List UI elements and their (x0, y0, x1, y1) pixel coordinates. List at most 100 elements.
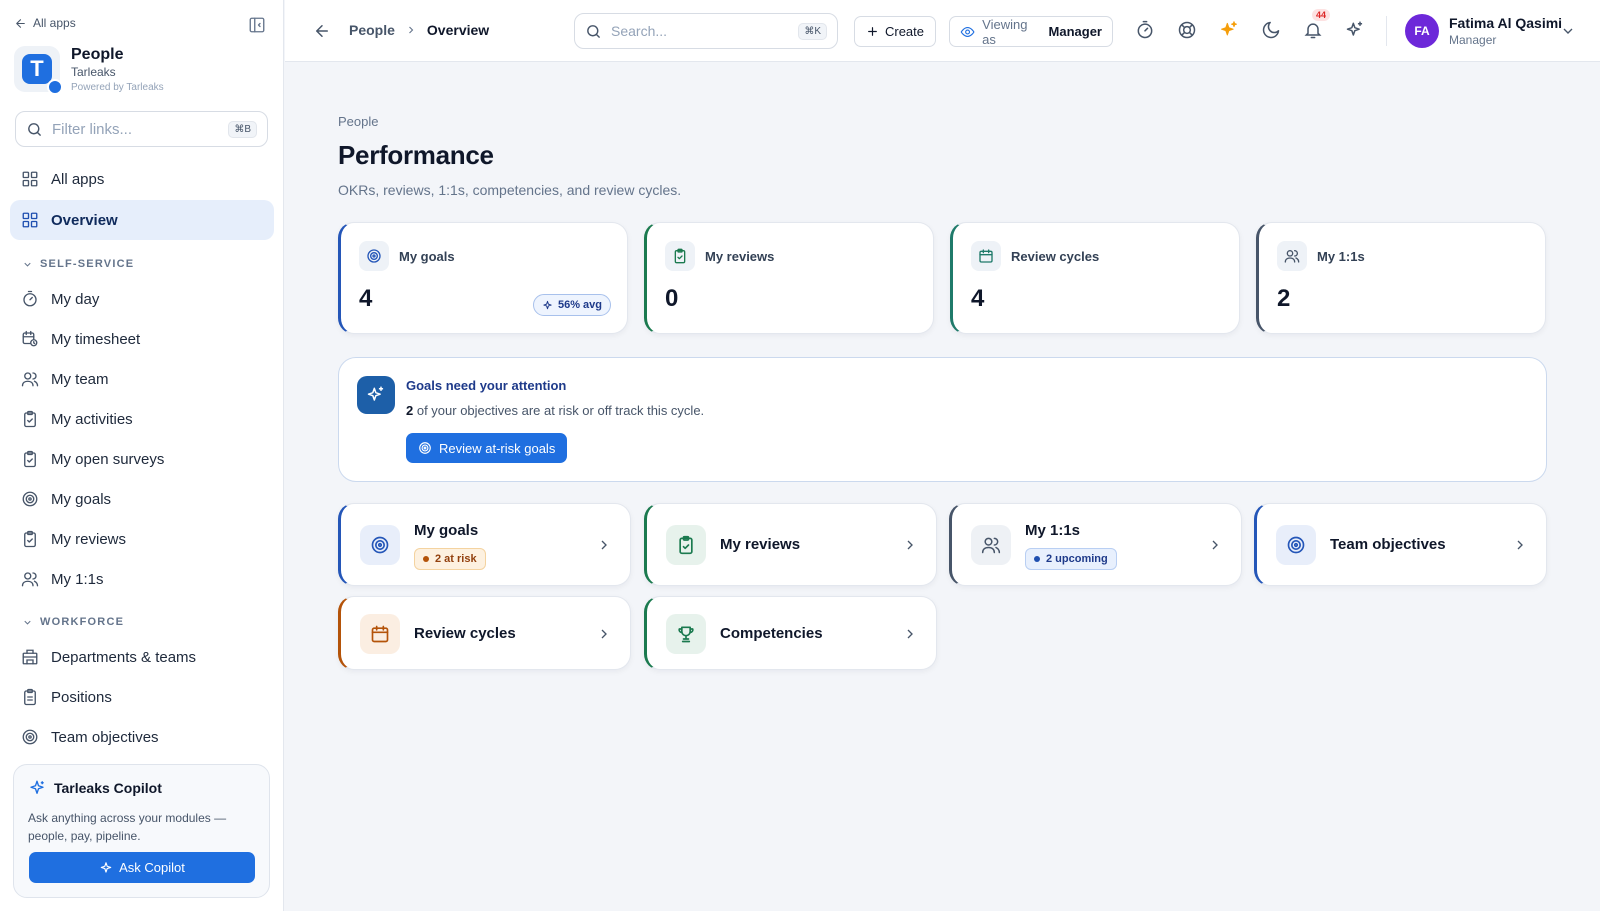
target-icon (419, 442, 431, 454)
sidebar-item-label: My goals (51, 490, 112, 508)
target-icon (360, 525, 400, 565)
sidebar-item-departments-teams[interactable]: Departments & teams (10, 637, 274, 677)
section-workforce[interactable]: WORKFORCE (22, 616, 124, 628)
sidebar-item-label: My day (51, 290, 100, 308)
stat-card-my-goals[interactable]: My goals 4 56% avg (338, 222, 628, 334)
sidebar-item-label: My reviews (51, 530, 127, 548)
quick-link-team-objectives[interactable]: Team objectives (1254, 503, 1547, 586)
sparkle-icon[interactable] (1345, 20, 1367, 42)
sparkle-icon (357, 376, 395, 414)
stat-value: 4 (971, 285, 985, 312)
sidebar-item-label: Overview (51, 211, 118, 229)
global-search-input[interactable]: Search... ⌘K (574, 13, 838, 49)
clipboard-icon (24, 688, 36, 706)
timer-icon (23, 290, 37, 307)
sidebar-item-my-team[interactable]: My team (10, 359, 274, 399)
bell-icon[interactable] (1303, 20, 1325, 42)
target-icon (1276, 525, 1316, 565)
attention-text: of your objectives are at risk or off tr… (413, 403, 705, 418)
sidebar-item-my-reviews[interactable]: My reviews (10, 519, 274, 559)
user-role: Manager (1449, 33, 1497, 47)
all-apps-back-label: All apps (33, 16, 76, 30)
sidebar-item-label: Departments & teams (51, 648, 197, 666)
sidebar: All apps T People Tarleaks Powered by Ta… (0, 0, 284, 911)
stat-card-my-reviews[interactable]: My reviews 0 (644, 222, 934, 334)
viewing-as-role: Manager (1048, 24, 1102, 39)
breadcrumb-overview: Overview (426, 22, 490, 38)
review-at-risk-goals-button[interactable]: Review at-risk goals (406, 433, 568, 463)
clipboard-check-icon (24, 450, 36, 468)
clipboard-check-icon (24, 530, 36, 548)
sidebar-item-my-activities[interactable]: My activities (10, 399, 274, 439)
user-name: Fatima Al Qasimi (1449, 15, 1563, 31)
target-icon (359, 241, 389, 271)
sidebar-item-my-open-surveys[interactable]: My open surveys (10, 439, 274, 479)
ai-sparkle-icon[interactable] (1219, 20, 1241, 42)
sidebar-item-my-day[interactable]: My day (10, 279, 274, 319)
sidebar-item-my-goals[interactable]: My goals (10, 479, 274, 519)
ask-copilot-button[interactable]: Ask Copilot (29, 852, 255, 883)
timer-icon[interactable] (1135, 20, 1157, 42)
quick-link-title: Team objectives (1330, 536, 1446, 553)
stat-card-my-1-1s[interactable]: My 1:1s 2 (1256, 222, 1546, 334)
top-bar: People Overview Search... ⌘K Create View… (285, 0, 1600, 62)
copilot-description: Ask anything across your modules — peopl… (28, 811, 227, 843)
stat-value: 2 (1277, 285, 1291, 312)
section-self-service[interactable]: SELF-SERVICE (22, 258, 134, 270)
sidebar-item-team-objectives[interactable]: Team objectives (10, 717, 274, 757)
attention-description: 2 of your objectives are at risk or off … (406, 403, 704, 418)
sidebar-item-label: My open surveys (51, 450, 165, 468)
target-icon (22, 491, 38, 507)
sparkle-icon (543, 300, 552, 309)
plus-icon (868, 27, 877, 36)
stat-label: My reviews (705, 249, 775, 264)
create-button[interactable]: Create (854, 16, 936, 47)
chevron-down-icon (24, 620, 31, 625)
users-icon (1277, 241, 1307, 271)
quick-link-my-1-1s[interactable]: My 1:1s 2 upcoming (949, 503, 1242, 586)
sidebar-item-label: Team objectives (51, 728, 159, 746)
quick-link-competencies[interactable]: Competencies (644, 596, 937, 670)
search-shortcut: ⌘K (798, 22, 827, 40)
status-dot (1034, 556, 1040, 562)
sidebar-item-my-timesheet[interactable]: My timesheet (10, 319, 274, 359)
ask-copilot-label: Ask Copilot (119, 860, 185, 875)
breadcrumb: People Overview (349, 22, 489, 38)
chevron-right-icon (409, 26, 414, 34)
app-logo-letter: T (22, 54, 52, 84)
stat-card-review-cycles[interactable]: Review cycles 4 (950, 222, 1240, 334)
sidebar-item-label: My timesheet (51, 330, 141, 348)
sidebar-item-label: My 1:1s (51, 570, 104, 588)
page-title: Performance (338, 140, 494, 170)
help-lifebuoy-icon[interactable] (1177, 20, 1199, 42)
grid-icon (22, 171, 38, 187)
notification-count-badge: 44 (1312, 9, 1331, 21)
avatar[interactable]: FA (1405, 14, 1439, 48)
quick-link-my-reviews[interactable]: My reviews (644, 503, 937, 586)
quick-link-review-cycles[interactable]: Review cycles (338, 596, 631, 670)
copilot-panel: Tarleaks Copilot Ask anything across you… (13, 764, 270, 898)
search-icon (28, 122, 41, 136)
sidebar-item-my-1-1s[interactable]: My 1:1s (10, 559, 274, 599)
filter-placeholder: Filter links... (52, 120, 133, 138)
users-icon (971, 525, 1011, 565)
sidebar-collapse-icon[interactable] (248, 16, 266, 34)
breadcrumb-people[interactable]: People (349, 22, 395, 38)
moon-icon[interactable] (1261, 20, 1283, 42)
stat-label: My goals (399, 249, 455, 264)
user-menu[interactable]: Fatima Al Qasimi Manager (1449, 15, 1562, 47)
divider (1386, 16, 1387, 46)
filter-links-input[interactable]: Filter links... ⌘B (15, 111, 268, 147)
sidebar-item-positions[interactable]: Positions (10, 677, 274, 717)
grid-icon (22, 212, 38, 228)
sidebar-item-all-apps[interactable]: All apps (10, 159, 274, 199)
sidebar-item-overview[interactable]: Overview (10, 200, 274, 240)
sidebar-item-label: All apps (51, 170, 105, 188)
stat-value: 0 (665, 285, 679, 312)
quick-link-my-goals[interactable]: My goals 2 at risk (338, 503, 631, 586)
all-apps-back-link[interactable]: All apps (14, 16, 76, 30)
section-title: WORKFORCE (40, 616, 125, 628)
chevron-down-icon[interactable] (1560, 23, 1576, 39)
back-arrow-icon[interactable] (313, 22, 331, 40)
viewing-as-toggle[interactable]: Viewing as Manager (949, 16, 1113, 47)
